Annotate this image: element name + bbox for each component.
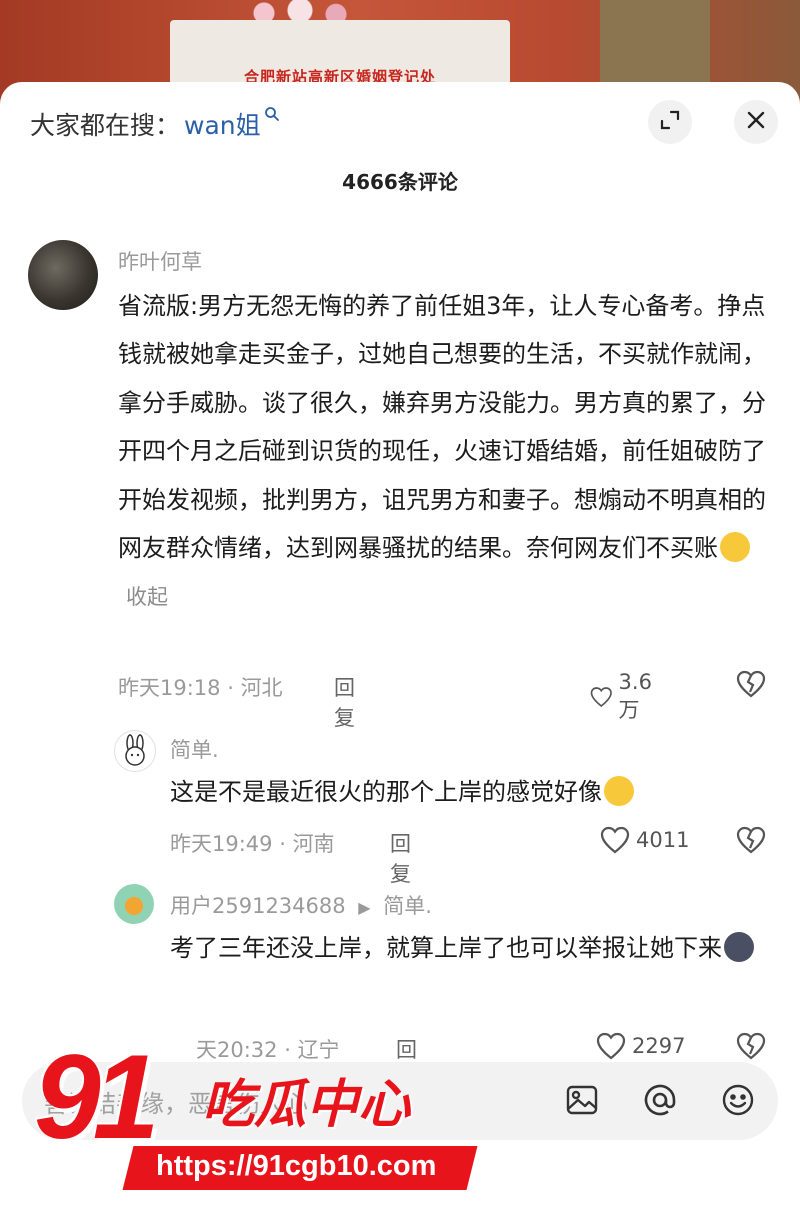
comment-location: 河北 bbox=[240, 676, 283, 700]
comment-meta: 昨天19:18 · 河北 bbox=[118, 676, 283, 700]
reply-button[interactable]: 回复 bbox=[390, 828, 411, 888]
expand-icon bbox=[659, 109, 681, 135]
emoji-icon[interactable] bbox=[720, 1082, 756, 1122]
comment-text: 省流版:男方无怨无悔的养了前任姐3年，让人专心备考。挣点钱就被她拿走买金子，过她… bbox=[118, 282, 768, 622]
expand-button[interactable] bbox=[648, 100, 692, 144]
reply-button[interactable]: 回复 bbox=[334, 672, 355, 732]
dislike-button[interactable] bbox=[736, 1032, 766, 1064]
avatar[interactable] bbox=[114, 884, 154, 924]
like-count: 3.6万 bbox=[618, 670, 652, 722]
broken-heart-icon bbox=[736, 670, 766, 698]
comment-text: 这是不是最近很火的那个上岸的感觉好像 bbox=[170, 768, 770, 816]
close-button[interactable] bbox=[734, 100, 778, 144]
moon-emoji-icon bbox=[724, 932, 754, 962]
search-prefix: 大家都在搜： bbox=[30, 111, 181, 140]
comment-time: 昨天19:18 bbox=[118, 676, 221, 700]
reply-target[interactable]: 简单. bbox=[383, 894, 432, 918]
comment-username: 用户2591234688 ▶ 简单. bbox=[170, 890, 432, 920]
heart-icon bbox=[590, 687, 612, 708]
heart-icon bbox=[600, 826, 630, 854]
comment-text: 考了三年还没上岸，就算上岸了也可以举报让她下来 bbox=[170, 924, 770, 972]
comment-body: 这是不是最近很火的那个上岸的感觉好像 bbox=[170, 778, 602, 806]
comment-body: 考了三年还没上岸，就算上岸了也可以举报让她下来 bbox=[170, 934, 722, 962]
collapse-link[interactable]: 收起 bbox=[126, 585, 168, 609]
like-count: 4011 bbox=[636, 828, 690, 852]
like-button[interactable]: 2297 bbox=[596, 1032, 685, 1060]
watermark-url: https://91cgb10.com bbox=[156, 1150, 437, 1182]
avatar[interactable] bbox=[114, 730, 156, 772]
comment-location: 河南 bbox=[292, 832, 335, 856]
like-count: 2297 bbox=[632, 1034, 686, 1058]
broken-heart-icon bbox=[736, 826, 766, 854]
like-button[interactable]: 3.6万 bbox=[590, 670, 659, 724]
dislike-button[interactable] bbox=[736, 826, 766, 858]
broken-heart-icon bbox=[736, 1032, 766, 1060]
like-button[interactable]: 4011 bbox=[600, 826, 689, 854]
reply-arrow-icon: ▶ bbox=[358, 898, 371, 917]
smirk-emoji-icon bbox=[720, 532, 750, 563]
comment-count: 4666条评论 bbox=[342, 170, 458, 194]
watermark-name: 吃瓜中心 bbox=[202, 1075, 411, 1135]
at-icon[interactable] bbox=[642, 1082, 678, 1122]
search-suggestion[interactable]: 大家都在搜： wan姐 bbox=[30, 104, 280, 144]
avatar[interactable] bbox=[28, 240, 98, 310]
close-icon bbox=[746, 110, 766, 134]
heart-icon bbox=[596, 1032, 626, 1060]
watermark: 91 吃瓜中心 https://91cgb10.com bbox=[34, 1028, 478, 1198]
search-icon[interactable] bbox=[264, 106, 280, 126]
rabbit-avatar-icon bbox=[125, 734, 145, 766]
comment-body: 省流版:男方无怨无悔的养了前任姐3年，让人专心备考。挣点钱就被她拿走买金子，过她… bbox=[118, 292, 766, 563]
laugh-cry-emoji-icon bbox=[604, 776, 634, 806]
comment-time: 昨天19:49 bbox=[170, 832, 273, 856]
comment-username[interactable]: 简单. bbox=[170, 734, 219, 764]
reply-author[interactable]: 用户2591234688 bbox=[170, 894, 346, 918]
image-icon[interactable] bbox=[564, 1082, 600, 1122]
dislike-button[interactable] bbox=[736, 670, 766, 702]
comment-username[interactable]: 昨叶何草 bbox=[118, 246, 202, 276]
comment-meta: 昨天19:49 · 河南 bbox=[170, 832, 335, 856]
search-keyword[interactable]: wan姐 bbox=[184, 106, 261, 142]
